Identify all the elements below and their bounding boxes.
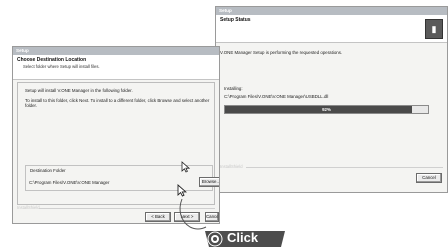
click-badge: Click bbox=[203, 228, 287, 248]
setup-logo-icon: ▮ bbox=[425, 19, 443, 39]
browse-button[interactable]: Browse... bbox=[199, 177, 219, 187]
install-progress-bar: 92% bbox=[224, 105, 429, 114]
dest-instruction-2: To install to this folder, click Next. T… bbox=[25, 98, 210, 109]
destination-folder-path: C:\Program Files\V.ONE\V.ONE Manager bbox=[29, 180, 110, 185]
status-separator bbox=[246, 167, 443, 168]
click-cursor-icon bbox=[177, 184, 187, 197]
dest-header-subtitle: Select folder where Setup will install f… bbox=[23, 64, 100, 69]
installing-path: C:\Program Files\V.ONE\V.ONE Manager\USB… bbox=[224, 94, 329, 99]
dest-header: Choose Destination Location Select folde… bbox=[13, 55, 219, 80]
click-label: Click bbox=[227, 230, 259, 245]
status-footer-brand: InstallShield bbox=[220, 164, 243, 169]
destination-folder-legend: Destination Folder bbox=[29, 168, 67, 173]
installing-label: Installing: bbox=[224, 86, 243, 91]
dest-instruction-1: Setup will install V.ONE Manager in the … bbox=[25, 88, 133, 93]
status-window-titlebar: Setup bbox=[216, 7, 447, 15]
dest-window-titlebar: Setup bbox=[13, 47, 219, 55]
status-message: V.ONE Manager Setup is performing the re… bbox=[220, 50, 343, 55]
status-header: Setup Status ▮ bbox=[216, 15, 447, 43]
setup-status-window: Setup Setup Status ▮ V.ONE Manager Setup… bbox=[215, 6, 448, 193]
progress-percent: 92% bbox=[322, 107, 331, 112]
back-button[interactable]: < Back bbox=[145, 212, 171, 222]
dest-header-title: Choose Destination Location bbox=[17, 57, 87, 63]
mouse-pointer-icon bbox=[181, 161, 190, 173]
status-cancel-button[interactable]: Cancel bbox=[416, 173, 442, 183]
status-header-title: Setup Status bbox=[220, 17, 251, 23]
dest-footer-brand: InstallShield bbox=[17, 205, 40, 210]
